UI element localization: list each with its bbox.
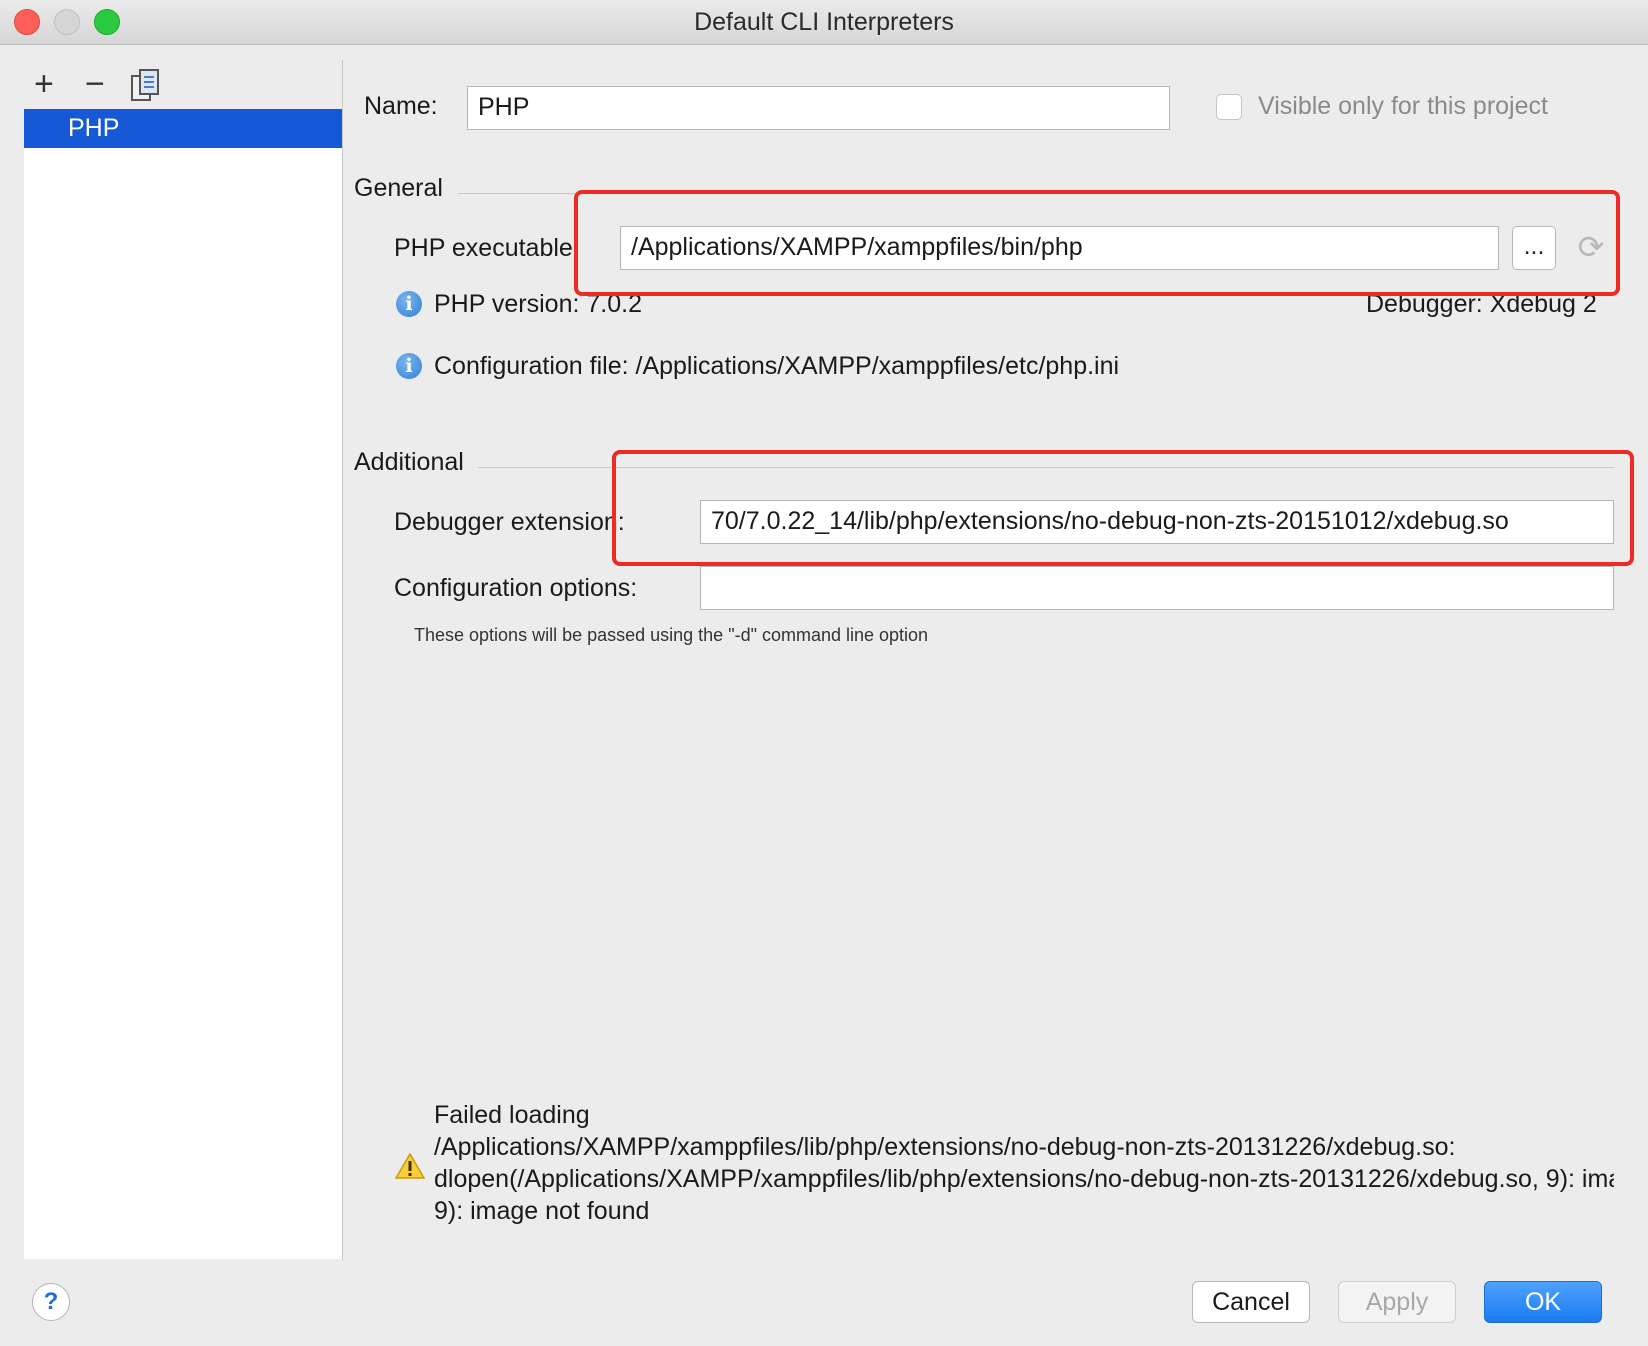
dialog-window: Default CLI Interpreters + − PHP Name: P… [0, 0, 1648, 1346]
highlight-executable [574, 190, 1620, 296]
help-button[interactable]: ? [32, 1283, 70, 1321]
add-interpreter-button[interactable]: + [34, 66, 54, 102]
name-label: Name: [364, 92, 438, 120]
title-bar: Default CLI Interpreters [0, 0, 1648, 45]
visible-only-checkbox[interactable] [1216, 94, 1242, 120]
name-input[interactable]: PHP [467, 86, 1170, 130]
warning-line-4: 9): image not found [434, 1197, 650, 1225]
visible-only-label: Visible only for this project [1258, 92, 1548, 120]
general-section-label: General [354, 174, 443, 202]
list-item[interactable]: PHP [24, 109, 342, 148]
info-icon: i [396, 353, 422, 379]
apply-button[interactable]: Apply [1338, 1281, 1456, 1323]
warning-message: Failed loading /Applications/XAMPP/xampp… [434, 1101, 1614, 1235]
warning-line-2: /Applications/XAMPP/xamppfiles/lib/php/e… [434, 1133, 1456, 1161]
interpreter-list: PHP [24, 109, 342, 1259]
window-title: Default CLI Interpreters [694, 8, 954, 36]
config-file-text: Configuration file: /Applications/XAMPP/… [434, 352, 1120, 380]
warning-line-3: dlopen(/Applications/XAMPP/xamppfiles/li… [434, 1165, 1614, 1193]
cancel-button[interactable]: Cancel [1192, 1281, 1310, 1323]
remove-interpreter-button[interactable]: − [85, 66, 105, 102]
panel-divider[interactable] [342, 60, 343, 1260]
ok-button[interactable]: OK [1484, 1281, 1602, 1323]
copy-interpreter-icon[interactable] [130, 68, 160, 104]
php-executable-label: PHP executable: [394, 234, 580, 262]
warning-icon [394, 1152, 426, 1180]
configuration-options-label: Configuration options: [394, 574, 638, 602]
info-icon: i [396, 291, 422, 317]
warning-line-1: Failed loading [434, 1101, 590, 1129]
debugger-extension-label: Debugger extension: [394, 508, 625, 536]
additional-section-label: Additional [354, 448, 464, 476]
highlight-debugger-extension [612, 450, 1634, 566]
configuration-options-input[interactable] [700, 566, 1614, 610]
configuration-options-hint: These options will be passed using the "… [414, 625, 929, 645]
